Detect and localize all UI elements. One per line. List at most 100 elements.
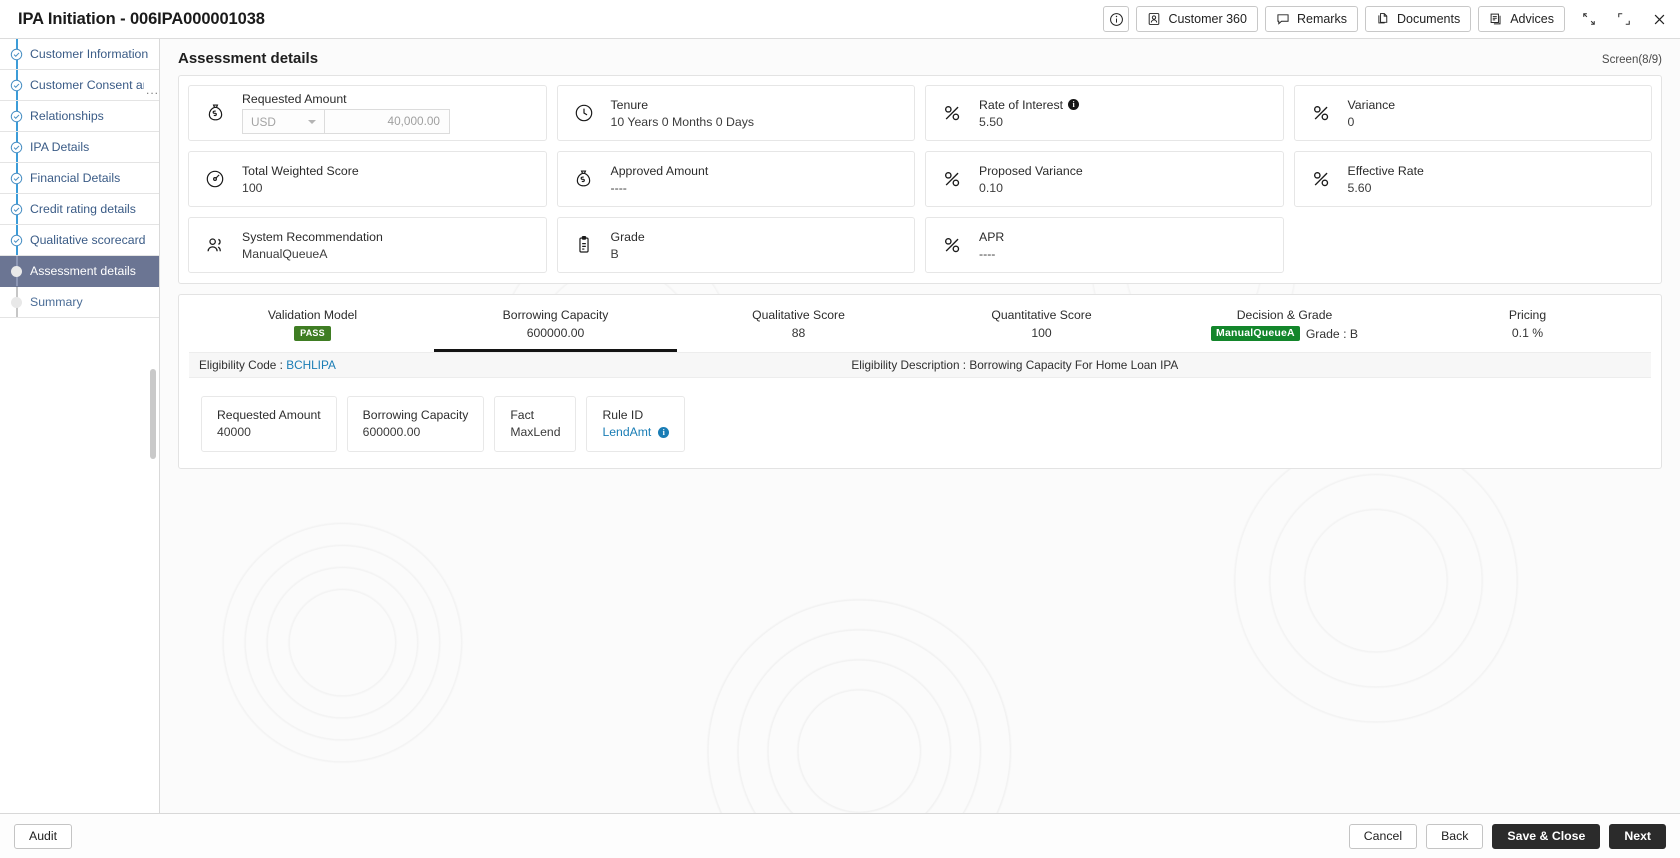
fact-label: Borrowing Capacity	[362, 408, 469, 422]
eligibility-code-label: Eligibility Code :	[199, 358, 283, 372]
tab-label: Validation Model	[267, 308, 358, 322]
step-check-icon	[10, 48, 23, 61]
screen-counter: Screen(8/9)	[1601, 54, 1662, 66]
gauge-icon	[203, 168, 227, 190]
requested-amount-input[interactable]	[324, 109, 450, 134]
sidebar-item-relationships[interactable]: Relationships	[0, 101, 159, 132]
audit-button[interactable]: Audit	[14, 823, 73, 849]
card-grade: Grade B	[556, 217, 915, 273]
fact-card-requested-amount: Requested Amount 40000	[201, 396, 337, 452]
card-label: APR	[979, 229, 1005, 244]
money-bag-icon	[572, 168, 596, 191]
tab-label: Quantitative Score	[991, 308, 1092, 322]
card-value: ----	[979, 246, 996, 261]
percent-icon	[940, 168, 964, 190]
documents-button[interactable]: Documents	[1364, 6, 1472, 32]
documents-label: Documents	[1396, 12, 1461, 26]
sidebar-item-label: Customer Consent and	[30, 78, 144, 92]
fact-value: LendAmt i	[602, 425, 670, 439]
customer-360-button[interactable]: Customer 360	[1136, 6, 1258, 32]
tab-value: 100	[1031, 326, 1052, 340]
tab-qualitative-score[interactable]: Qualitative Score 88	[677, 305, 920, 352]
expand-icon[interactable]	[1613, 8, 1635, 30]
card-label: Grade	[610, 229, 645, 244]
sidebar-item-summary[interactable]: Summary	[0, 287, 159, 318]
rule-id-link[interactable]: LendAmt	[602, 425, 651, 439]
advices-icon	[1489, 12, 1503, 26]
card-approved-amount: Approved Amount ----	[556, 151, 915, 207]
sidebar-item-qualitative-scorecard[interactable]: Qualitative scorecard	[0, 225, 159, 256]
step-check-icon	[10, 141, 23, 154]
sidebar-item-credit-rating-details[interactable]: Credit rating details	[0, 194, 159, 225]
remarks-button[interactable]: Remarks	[1264, 6, 1358, 32]
card-proposed-variance: Proposed Variance 0.10	[925, 151, 1284, 207]
sidebar-item-ipa-details[interactable]: IPA Details	[0, 132, 159, 163]
sidebar-item-label: Qualitative scorecard	[30, 233, 146, 247]
percent-icon	[1309, 168, 1333, 190]
sidebar-item-customer-information[interactable]: Customer Information	[0, 39, 159, 70]
fact-label: Rule ID	[602, 408, 644, 422]
body-region: Customer Information Customer Consent an…	[0, 39, 1680, 813]
user-card-icon	[1147, 12, 1161, 26]
card-label: Rate of Interest i	[979, 98, 1080, 112]
eligibility-code-value[interactable]: BCHLIPA	[286, 358, 336, 372]
result-tabs: Validation Model PASS Borrowing Capacity…	[179, 295, 1661, 352]
sidebar-item-label: Financial Details	[30, 171, 121, 185]
card-value: 5.50	[979, 114, 1003, 129]
sidebar-scrollbar-thumb[interactable]	[150, 369, 156, 459]
requested-amount-group: USD	[242, 109, 450, 134]
step-check-icon	[10, 110, 23, 123]
step-pending-dot-icon	[10, 296, 23, 309]
tab-pricing[interactable]: Pricing 0.1 %	[1406, 305, 1649, 352]
info-tooltip-icon[interactable]: i	[1068, 99, 1080, 110]
info-tooltip-icon[interactable]: i	[658, 426, 670, 438]
info-circle-icon-button[interactable]	[1103, 6, 1130, 32]
card-label: Total Weighted Score	[242, 163, 359, 178]
step-check-icon	[10, 79, 23, 92]
card-label: Variance	[1347, 97, 1396, 112]
sidebar-item-financial-details[interactable]: Financial Details	[0, 163, 159, 194]
eligibility-bar: Eligibility Code : BCHLIPA Eligibility D…	[189, 352, 1651, 378]
fact-value: MaxLend	[510, 425, 561, 439]
tab-validation-model[interactable]: Validation Model PASS	[191, 305, 434, 352]
card-value: 0.10	[979, 180, 1003, 195]
next-button[interactable]: Next	[1609, 823, 1666, 849]
card-value: 100	[242, 180, 263, 195]
tab-label: Borrowing Capacity	[502, 308, 609, 322]
main-content: Assessment details Screen(8/9) Requested…	[160, 39, 1680, 813]
comment-icon	[1276, 12, 1290, 26]
status-badge-decision: ManualQueueA	[1211, 326, 1300, 341]
card-value: ----	[610, 180, 627, 195]
currency-select[interactable]: USD	[242, 109, 324, 134]
card-value: B	[610, 246, 619, 261]
close-icon[interactable]	[1648, 8, 1670, 30]
card-tenure: Tenure 10 Years 0 Months 0 Days	[556, 85, 915, 141]
sidebar-item-customer-consent[interactable]: Customer Consent and ...	[0, 70, 159, 101]
card-requested-amount: Requested Amount USD	[188, 85, 547, 141]
collapse-icon[interactable]	[1578, 8, 1600, 30]
advices-button[interactable]: Advices	[1478, 6, 1565, 32]
card-label: Effective Rate	[1347, 163, 1424, 178]
tab-quantitative-score[interactable]: Quantitative Score 100	[920, 305, 1163, 352]
main-header: Assessment details Screen(8/9)	[160, 39, 1680, 75]
clock-icon	[572, 102, 596, 124]
section-title: Assessment details	[178, 50, 319, 67]
card-rate-of-interest: Rate of Interest i 5.50	[925, 85, 1284, 141]
sidebar-item-label: Relationships	[30, 109, 104, 123]
back-button[interactable]: Back	[1426, 823, 1484, 849]
cancel-button[interactable]: Cancel	[1348, 823, 1418, 849]
fact-label: Requested Amount	[217, 408, 321, 422]
card-label: System Recommendation	[242, 229, 383, 244]
status-badge-pass: PASS	[294, 326, 331, 341]
customer-360-label: Customer 360	[1168, 12, 1247, 26]
sidebar-item-assessment-details[interactable]: Assessment details	[0, 256, 159, 287]
fact-cards-row: Requested Amount 40000 Borrowing Capacit…	[179, 378, 1661, 458]
tab-value: ManualQueueA Grade : B	[1211, 326, 1358, 341]
tab-decision-and-grade[interactable]: Decision & Grade ManualQueueA Grade : B	[1163, 305, 1406, 352]
save-and-close-button[interactable]: Save & Close	[1492, 823, 1601, 849]
clipboard-icon	[572, 234, 596, 256]
tab-borrowing-capacity[interactable]: Borrowing Capacity 600000.00	[434, 305, 677, 352]
card-label: Tenure	[610, 97, 649, 112]
footer-bar: Audit Cancel Back Save & Close Next	[0, 813, 1680, 858]
percent-icon	[940, 234, 964, 256]
